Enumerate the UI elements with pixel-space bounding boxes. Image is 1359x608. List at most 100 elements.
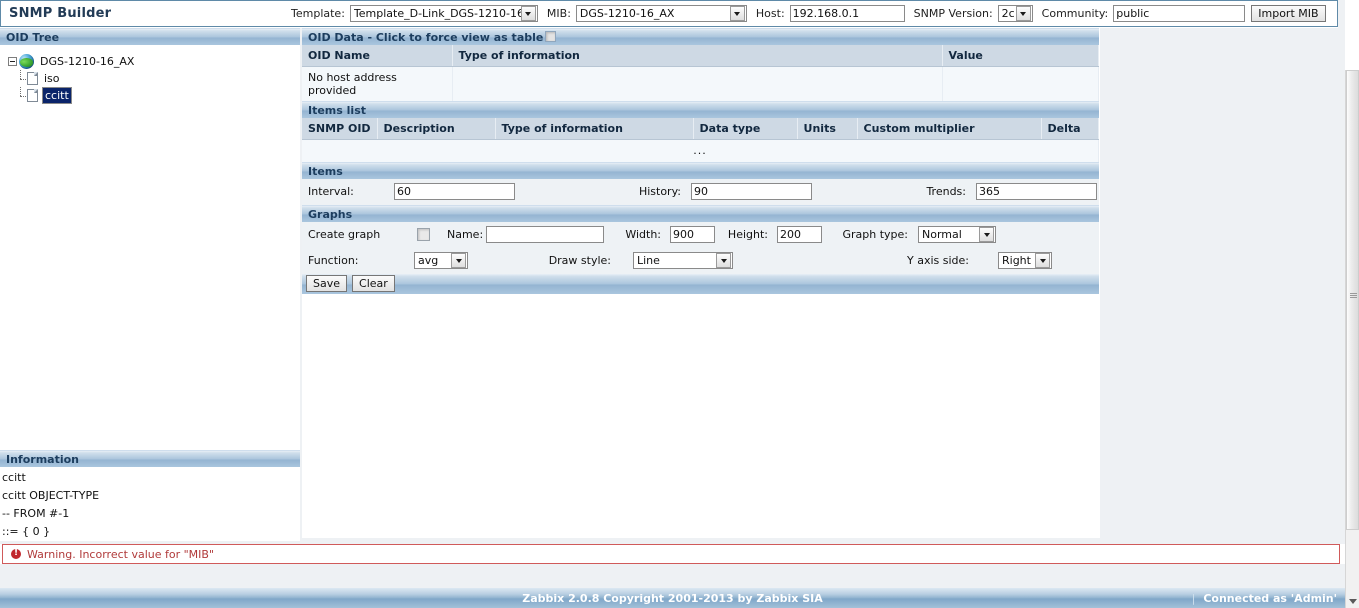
- graphs-form-row-1: Create graph Name: Width: Height: Graph …: [302, 221, 1099, 248]
- column-value: Value: [942, 45, 1099, 67]
- chevron-down-icon: [520, 6, 536, 21]
- column-description: Description: [377, 118, 496, 140]
- information-header: Information: [0, 450, 300, 467]
- document-icon: [27, 72, 38, 85]
- function-label: Function:: [308, 254, 359, 267]
- trends-label: Trends:: [926, 185, 966, 198]
- graph-type-value: Normal: [922, 228, 962, 241]
- table-row-empty: ...: [302, 139, 1099, 162]
- snmp-version-value: 2c: [1001, 7, 1015, 20]
- graph-type-select[interactable]: Normal: [918, 226, 996, 243]
- error-icon: [11, 547, 21, 559]
- draw-style-select[interactable]: Line: [633, 252, 733, 269]
- tree-node-ccitt[interactable]: ccitt: [6, 87, 300, 104]
- tree-node-label: DGS-1210-16_AX: [40, 55, 135, 68]
- items-list-header: Items list: [302, 101, 1099, 118]
- information-panel: Information ccitt ccitt OBJECT-TYPE -- F…: [0, 450, 300, 541]
- y-axis-side-label: Y axis side:: [907, 254, 969, 267]
- items-form-row: Interval: History: Trends:: [302, 178, 1099, 205]
- template-label: Template:: [291, 7, 345, 20]
- snmp-version-select[interactable]: 2c: [997, 5, 1033, 22]
- information-line: ::= { 0 }: [2, 525, 51, 538]
- draw-style-label: Draw style:: [548, 254, 611, 267]
- scrollbar-top-gap: [1345, 0, 1359, 70]
- host-input[interactable]: [789, 5, 905, 22]
- create-graph-checkbox[interactable]: [417, 228, 430, 241]
- connected-as-label[interactable]: Connected as 'Admin': [1203, 592, 1337, 605]
- history-input[interactable]: [691, 183, 812, 200]
- document-icon: [27, 89, 38, 102]
- graph-name-input[interactable]: [486, 226, 604, 243]
- tree-node-root[interactable]: DGS-1210-16_AX: [6, 53, 300, 70]
- connection-status: | Connected as 'Admin': [1192, 592, 1337, 605]
- scrollbar-thumb[interactable]: [1346, 70, 1359, 530]
- height-input[interactable]: [777, 226, 822, 243]
- scrollbar-grip-icon: [1350, 293, 1357, 300]
- interval-label: Interval:: [308, 185, 354, 198]
- community-label: Community:: [1041, 7, 1109, 20]
- tree-branch-line: [14, 70, 27, 87]
- mib-label: MIB:: [546, 7, 571, 20]
- chevron-down-icon: [1035, 253, 1050, 268]
- app-toolbar: SNMP Builder Template: Template_D-Link_D…: [0, 0, 1338, 27]
- import-mib-button[interactable]: Import MIB: [1251, 5, 1326, 22]
- cell-oid-name: No host address provided: [302, 66, 453, 101]
- chevron-down-icon: [979, 227, 994, 242]
- tree-node-iso[interactable]: iso: [6, 70, 300, 87]
- scrollbar-down-arrow-icon[interactable]: [1346, 594, 1359, 608]
- create-graph-label: Create graph: [308, 228, 381, 241]
- template-select-value: Template_D-Link_DGS-1210-16: [353, 7, 521, 20]
- graphs-form-row-2: Function: avg Draw style: Line Y axis si…: [302, 247, 1099, 274]
- empty-placeholder: ...: [302, 139, 1099, 162]
- column-custom-multiplier: Custom multiplier: [857, 118, 1042, 140]
- oid-tree-panel: OID Tree DGS-1210-16_AX iso ccitt: [0, 28, 300, 104]
- width-input[interactable]: [670, 226, 715, 243]
- warning-message: Warning. Incorrect value for "MIB": [2, 544, 1340, 564]
- save-button[interactable]: Save: [306, 275, 348, 292]
- y-axis-side-select[interactable]: Right: [998, 252, 1052, 269]
- snmp-version-label: SNMP Version:: [913, 7, 993, 20]
- mib-select[interactable]: DGS-1210-16_AX: [575, 5, 747, 22]
- interval-input[interactable]: [394, 183, 515, 200]
- graph-name-label: Name:: [447, 228, 484, 241]
- column-oid-name: OID Name: [302, 45, 453, 67]
- function-select[interactable]: avg: [414, 252, 468, 269]
- table-row: No host address provided: [302, 66, 1099, 101]
- column-type-of-information: Type of information: [495, 118, 694, 140]
- clear-button[interactable]: Clear: [352, 275, 395, 292]
- function-value: avg: [418, 254, 439, 267]
- template-select[interactable]: Template_D-Link_DGS-1210-16: [349, 5, 538, 22]
- expand-collapse-icon[interactable]: [6, 55, 19, 68]
- cell-type-of-information: [452, 66, 943, 101]
- draw-style-value: Line: [637, 254, 660, 267]
- vertical-scrollbar[interactable]: [1345, 70, 1359, 608]
- right-background-fill: [1100, 28, 1345, 544]
- oid-data-table: OID Name Type of information Value No ho…: [302, 45, 1099, 101]
- chevron-down-icon: [716, 253, 731, 268]
- main-content: OID Data - Click to force view as table …: [302, 28, 1100, 294]
- toolbar-controls: Template: Template_D-Link_DGS-1210-16 MI…: [291, 1, 1337, 26]
- force-table-view-checkbox[interactable]: [545, 31, 557, 42]
- trends-input[interactable]: [976, 183, 1097, 200]
- items-list-table: SNMP OID Description Type of information…: [302, 118, 1100, 162]
- tree-branch-line: [14, 87, 27, 104]
- oid-tree: DGS-1210-16_AX iso ccitt: [0, 45, 300, 104]
- column-units: Units: [797, 118, 858, 140]
- items-header: Items: [302, 161, 1099, 179]
- tree-node-label: iso: [44, 72, 60, 85]
- tree-node-label-selected: ccitt: [42, 87, 72, 104]
- y-axis-side-value: Right: [1002, 254, 1031, 267]
- height-label: Height:: [727, 228, 768, 241]
- cell-value: [942, 66, 1099, 101]
- history-label: History:: [638, 185, 681, 198]
- graph-type-label: Graph type:: [842, 228, 908, 241]
- column-snmp-oid: SNMP OID: [302, 118, 378, 140]
- table-header-row: OID Name Type of information Value: [302, 45, 1099, 67]
- footer-separator: |: [1191, 591, 1196, 605]
- form-action-bar: Save Clear: [302, 273, 1099, 294]
- topbar-right-fill: [1338, 0, 1345, 28]
- information-line: ccitt OBJECT-TYPE: [2, 489, 100, 502]
- community-input[interactable]: [1113, 5, 1246, 22]
- oid-data-header[interactable]: OID Data - Click to force view as table: [302, 28, 1099, 45]
- column-type-of-information: Type of information: [452, 45, 943, 67]
